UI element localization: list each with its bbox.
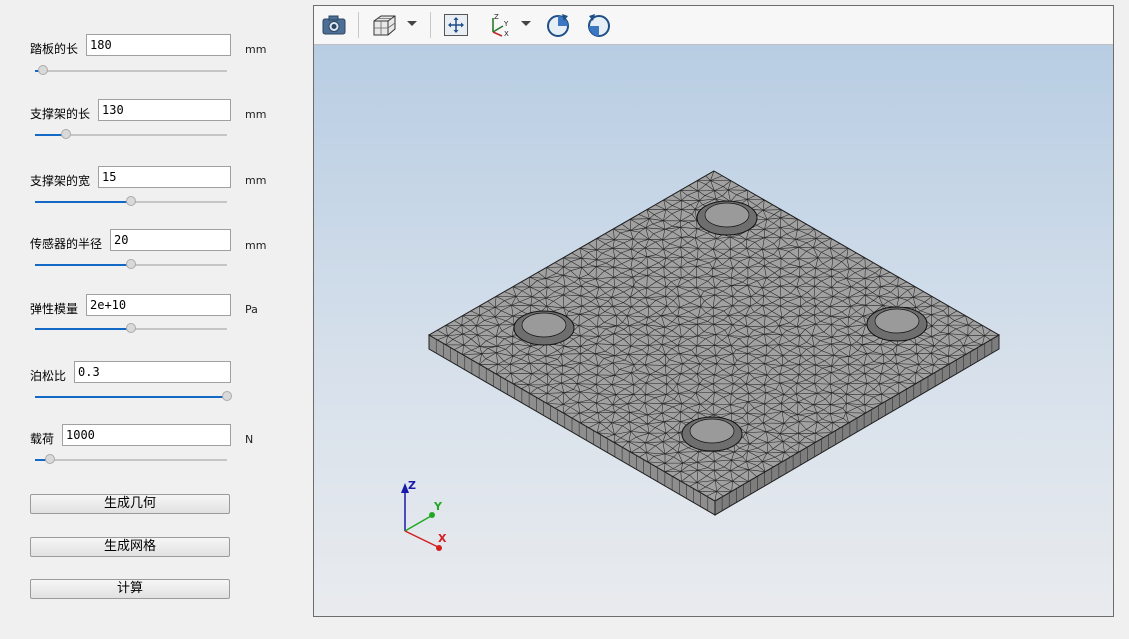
axes-orient-icon[interactable]: ZYX xyxy=(485,12,513,38)
unit-label: N xyxy=(245,433,254,446)
fit-view-icon[interactable] xyxy=(442,12,470,38)
slider-fill xyxy=(35,201,131,203)
unit-label: mm xyxy=(245,43,267,56)
param-row-sensor-radius: 传感器的半径 20 mm xyxy=(0,229,300,289)
toolbar-separator xyxy=(358,12,359,38)
param-label: 弹性模量 xyxy=(30,302,79,316)
generate-geometry-button[interactable]: 生成几何 xyxy=(30,494,230,514)
poisson-ratio-slider[interactable] xyxy=(35,391,232,403)
poisson-ratio-input[interactable]: 0.3 xyxy=(74,361,231,383)
mesh-svg: Z Y X xyxy=(401,170,1000,551)
unit-label: Pa xyxy=(245,303,258,316)
viewer-toolbar: ZYX xyxy=(314,6,1113,45)
slider-handle[interactable] xyxy=(126,323,136,333)
param-label: 泊松比 xyxy=(30,369,67,383)
sensor-pad-left xyxy=(513,310,575,346)
slider-handle[interactable] xyxy=(222,391,232,401)
slider-handle[interactable] xyxy=(126,196,136,206)
param-row-pedal-length: 踏板的长 180 mm xyxy=(0,34,300,94)
sensor-radius-input[interactable]: 20 xyxy=(110,229,231,251)
rotate-ccw-icon[interactable] xyxy=(585,12,613,38)
param-row-support-length: 支撑架的长 130 mm xyxy=(0,99,300,159)
slider-fill xyxy=(35,328,131,330)
axis-x-label: X xyxy=(438,532,447,545)
axes-dropdown-arrow-icon[interactable] xyxy=(521,21,531,26)
sensor-pad-top xyxy=(696,200,758,236)
param-row-elastic-modulus: 弹性模量 2e+10 Pa xyxy=(0,294,300,354)
svg-text:Y: Y xyxy=(503,20,509,28)
viewer-panel: ZYX Z Y X xyxy=(313,5,1114,617)
sensor-radius-slider[interactable] xyxy=(35,259,227,271)
load-input[interactable]: 1000 xyxy=(62,424,231,446)
elastic-modulus-slider[interactable] xyxy=(35,323,227,335)
param-label: 载荷 xyxy=(30,432,55,446)
model-viewport[interactable]: Z Y X xyxy=(314,45,1113,616)
slider-fill xyxy=(35,264,131,266)
support-width-slider[interactable] xyxy=(35,196,227,208)
pedal-length-input[interactable]: 180 xyxy=(86,34,231,56)
param-label: 踏板的长 xyxy=(30,42,79,56)
axes-triad: Z Y X xyxy=(401,479,447,551)
toolbar-separator xyxy=(430,12,431,38)
rotate-cw-icon[interactable] xyxy=(544,12,572,38)
pedal-length-slider[interactable] xyxy=(35,65,227,77)
unit-label: mm xyxy=(245,108,267,121)
svg-text:X: X xyxy=(504,30,509,38)
svg-text:Z: Z xyxy=(494,13,499,21)
unit-label: mm xyxy=(245,239,267,252)
param-label: 支撑架的长 xyxy=(30,107,91,121)
slider-handle[interactable] xyxy=(60,129,71,139)
sensor-pad-bottom xyxy=(681,416,743,452)
view-dropdown-arrow-icon[interactable] xyxy=(407,21,417,26)
param-row-poisson-ratio: 泊松比 0.3 xyxy=(0,361,300,421)
generate-mesh-button[interactable]: 生成网格 xyxy=(30,537,230,557)
sensor-pad-right xyxy=(866,306,928,342)
load-slider[interactable] xyxy=(35,454,227,466)
support-width-input[interactable]: 15 xyxy=(98,166,231,188)
param-row-support-width: 支撑架的宽 15 mm xyxy=(0,166,300,226)
slider-handle[interactable] xyxy=(126,259,136,269)
camera-icon[interactable] xyxy=(320,12,348,38)
unit-label: mm xyxy=(245,174,267,187)
elastic-modulus-input[interactable]: 2e+10 xyxy=(86,294,231,316)
param-row-load: 载荷 1000 N xyxy=(0,424,300,484)
view-cube-icon[interactable] xyxy=(370,12,398,38)
param-label: 传感器的半径 xyxy=(30,237,103,251)
support-length-slider[interactable] xyxy=(35,129,227,141)
axis-z-label: Z xyxy=(408,479,416,492)
slider-handle[interactable] xyxy=(37,65,48,75)
slider-track xyxy=(35,70,227,72)
axis-y-label: Y xyxy=(433,500,443,513)
support-length-input[interactable]: 130 xyxy=(98,99,231,121)
slider-track xyxy=(35,459,227,461)
slider-fill xyxy=(35,396,227,398)
compute-button[interactable]: 计算 xyxy=(30,579,230,599)
slider-handle[interactable] xyxy=(45,454,56,464)
param-label: 支撑架的宽 xyxy=(30,174,91,188)
